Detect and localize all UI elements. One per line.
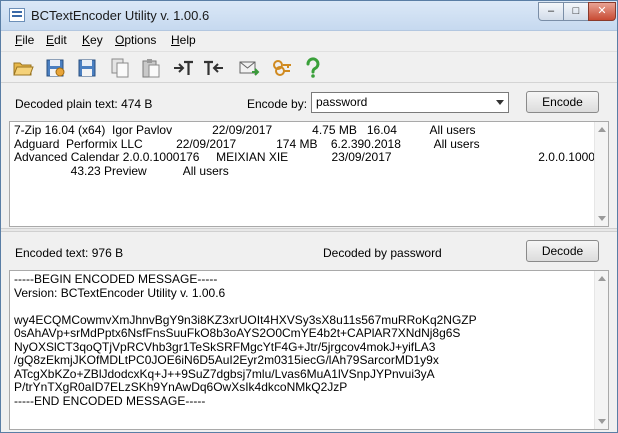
menu-help[interactable]: Help <box>171 33 196 47</box>
save-encoded-button[interactable] <box>44 57 68 81</box>
menu-options[interactable]: Options <box>115 33 156 47</box>
close-button[interactable]: ✕ <box>588 2 616 21</box>
key-icon <box>273 60 291 76</box>
save-encoded-icon <box>46 59 65 77</box>
minimize-icon: – <box>547 5 555 17</box>
encode-button[interactable]: Encode <box>526 91 599 113</box>
help-button[interactable] <box>302 57 326 81</box>
window-title: BCTextEncoder Utility v. 1.00.6 <box>31 8 210 23</box>
key-button[interactable] <box>271 57 295 81</box>
encoded-text-size-label: Encoded text: 976 B <box>15 246 124 260</box>
encoded-text-scrollbar[interactable] <box>594 271 608 429</box>
plain-text-content: 7-Zip 16.04 (x64) Igor Pavlov 22/09/2017… <box>14 123 609 178</box>
decode-button[interactable]: Decode <box>526 240 599 262</box>
plain-text-area[interactable]: 7-Zip 16.04 (x64) Igor Pavlov 22/09/2017… <box>9 121 609 227</box>
menu-file[interactable]: File <box>15 33 34 47</box>
copy-icon <box>111 58 129 78</box>
scroll-down-icon[interactable] <box>598 419 606 424</box>
scroll-up-icon[interactable] <box>598 127 606 132</box>
menu-bar: File Edit Key Options Help <box>1 31 617 51</box>
open-button[interactable] <box>12 57 36 81</box>
scroll-down-icon[interactable] <box>598 216 606 221</box>
email-icon <box>239 61 260 76</box>
decode-text-icon <box>204 60 223 75</box>
pane-splitter[interactable] <box>1 228 617 232</box>
app-icon <box>9 8 25 22</box>
encode-by-select[interactable]: password <box>311 92 509 113</box>
decode-text-button[interactable] <box>203 57 227 81</box>
scroll-up-icon[interactable] <box>598 276 606 281</box>
encode-by-value: password <box>316 95 368 109</box>
copy-button[interactable] <box>109 57 133 81</box>
menu-edit[interactable]: Edit <box>46 33 67 47</box>
maximize-button[interactable]: □ <box>563 2 589 21</box>
toolbar <box>1 51 617 83</box>
decoded-by-label: Decoded by password <box>323 246 442 260</box>
maximize-icon: □ <box>572 5 580 17</box>
menu-key[interactable]: Key <box>82 33 103 47</box>
minimize-button[interactable]: – <box>538 2 564 21</box>
close-icon: ✕ <box>597 5 607 17</box>
save-button[interactable] <box>76 57 100 81</box>
app-window: BCTextEncoder Utility v. 1.00.6 – □ ✕ Fi… <box>0 0 618 433</box>
save-icon <box>78 59 96 77</box>
open-folder-icon <box>13 62 34 76</box>
help-icon <box>306 57 320 78</box>
plain-text-scrollbar[interactable] <box>594 122 608 226</box>
encoded-text-area[interactable]: -----BEGIN ENCODED MESSAGE----- Version:… <box>9 270 609 430</box>
paste-icon <box>142 59 160 78</box>
email-button[interactable] <box>238 57 262 81</box>
encoded-text-content: -----BEGIN ENCODED MESSAGE----- Version:… <box>14 272 477 408</box>
title-bar[interactable]: BCTextEncoder Utility v. 1.00.6 – □ ✕ <box>1 1 617 31</box>
plain-text-size-label: Decoded plain text: 474 B <box>15 97 153 111</box>
encode-by-label: Encode by: <box>247 97 308 111</box>
encode-text-icon <box>174 60 193 75</box>
paste-button[interactable] <box>140 57 164 81</box>
encode-text-button[interactable] <box>172 57 196 81</box>
chevron-down-icon <box>496 100 504 105</box>
